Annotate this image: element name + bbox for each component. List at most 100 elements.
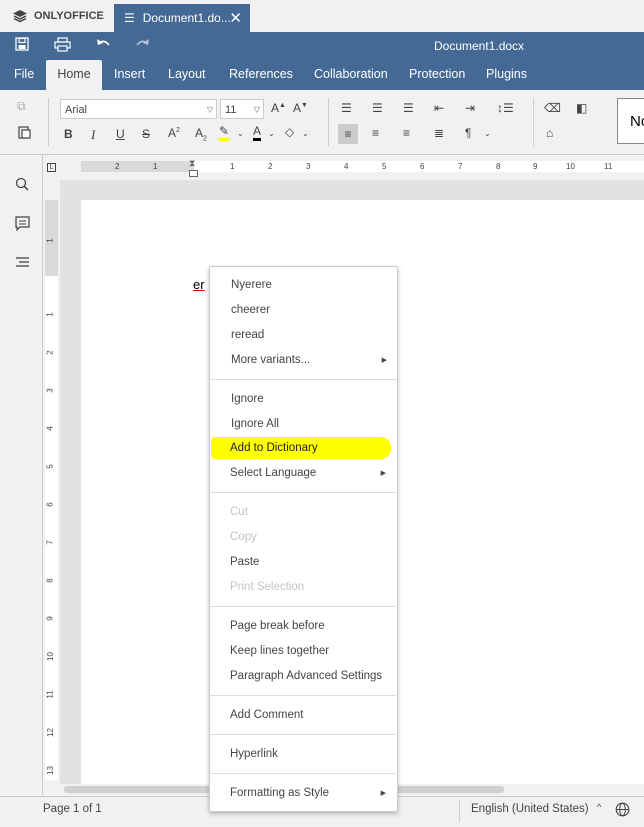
ruler-number: 2 bbox=[45, 350, 55, 355]
highlight-icon[interactable]: ✎ bbox=[219, 125, 230, 141]
font-size-combo[interactable]: 11 ▽ bbox=[220, 99, 264, 119]
page-counter[interactable]: Page 1 of 1 bbox=[43, 803, 102, 815]
ruler-number: 4 bbox=[344, 162, 349, 171]
tab-insert[interactable]: Insert bbox=[114, 60, 145, 90]
pilcrow-icon[interactable]: ¶ bbox=[465, 126, 471, 140]
ruler-number: 6 bbox=[45, 502, 55, 507]
font-name-combo[interactable]: Arial ▽ bbox=[60, 99, 217, 119]
menu-separator bbox=[209, 492, 396, 493]
style-preview[interactable]: No bbox=[617, 98, 644, 144]
cut-item[interactable]: Cut bbox=[230, 506, 248, 518]
copy-icon[interactable]: ⧉ bbox=[17, 99, 26, 114]
brand-name: ONLYOFFICE bbox=[34, 10, 104, 22]
ruler-number: 1 bbox=[230, 162, 235, 171]
increase-indent-icon[interactable]: ⇥ bbox=[465, 101, 475, 115]
underline-icon[interactable]: U bbox=[116, 127, 125, 141]
redo-icon[interactable] bbox=[135, 37, 151, 55]
tab-protection[interactable]: Protection bbox=[409, 60, 465, 90]
add-comment-item[interactable]: Add Comment bbox=[230, 709, 304, 721]
hyperlink-item[interactable]: Hyperlink bbox=[230, 748, 278, 760]
chevron-down-icon[interactable]: ⌄ bbox=[237, 129, 244, 138]
chevron-up-icon[interactable]: ^ bbox=[597, 802, 601, 812]
align-right-icon[interactable]: ≡ bbox=[403, 126, 410, 140]
ruler-number: 10 bbox=[45, 652, 55, 661]
shading-icon[interactable]: ◧ bbox=[576, 101, 587, 115]
decrease-indent-icon[interactable]: ⇤ bbox=[434, 101, 444, 115]
document-language[interactable]: English (United States) bbox=[471, 803, 589, 815]
ruler-number: 9 bbox=[45, 616, 55, 621]
tab-collaboration[interactable]: Collaboration bbox=[314, 60, 388, 90]
ruler-number: 7 bbox=[458, 162, 463, 171]
ruler-number: 6 bbox=[420, 162, 425, 171]
indent-marker-icon[interactable]: ⧗ bbox=[189, 158, 195, 169]
ruler-number: 1 bbox=[153, 162, 158, 171]
page-break-before-item[interactable]: Page break before bbox=[230, 620, 325, 632]
multilevel-list-icon[interactable]: ☰ bbox=[403, 101, 414, 115]
hamburger-icon: ☰ bbox=[124, 11, 135, 25]
font-color-icon[interactable]: A bbox=[253, 125, 262, 141]
toolbar-separator bbox=[48, 98, 49, 146]
paste-item[interactable]: Paste bbox=[230, 556, 259, 568]
chevron-down-icon[interactable]: ⌄ bbox=[268, 129, 275, 138]
tab-references[interactable]: References bbox=[229, 60, 293, 90]
navigation-icon[interactable] bbox=[15, 256, 30, 271]
superscript-icon[interactable]: A2 bbox=[168, 126, 180, 140]
ruler-number: 7 bbox=[45, 540, 55, 545]
save-icon[interactable] bbox=[15, 37, 29, 55]
comments-icon[interactable] bbox=[15, 216, 30, 234]
align-center-icon[interactable]: ≡ bbox=[372, 126, 379, 140]
print-selection-item[interactable]: Print Selection bbox=[230, 581, 304, 593]
font-name-value: Arial bbox=[65, 104, 88, 116]
close-icon[interactable]: ✕ bbox=[229, 9, 242, 27]
format-painter-icon[interactable]: ⌂ bbox=[546, 126, 553, 140]
formatting-as-style-item[interactable]: Formatting as Style bbox=[230, 787, 329, 799]
document-tab-title: Document1.do... bbox=[142, 11, 231, 25]
onlyoffice-logo: ONLYOFFICE bbox=[12, 9, 104, 23]
numbering-icon[interactable]: ☰ bbox=[372, 101, 383, 115]
print-icon[interactable] bbox=[54, 37, 71, 56]
globe-icon[interactable] bbox=[615, 802, 630, 820]
subscript-icon[interactable]: A2 bbox=[195, 126, 207, 142]
align-left-icon[interactable]: ≡ bbox=[338, 124, 358, 144]
chevron-down-icon: ▽ bbox=[253, 105, 260, 114]
ruler-number: 3 bbox=[306, 162, 311, 171]
layers-icon bbox=[13, 10, 27, 23]
chevron-down-icon[interactable]: ⌄ bbox=[484, 129, 491, 138]
undo-icon[interactable] bbox=[95, 37, 111, 55]
select-language-item[interactable]: Select Language bbox=[230, 467, 316, 479]
ruler-number: 4 bbox=[45, 426, 55, 431]
document-tab[interactable]: ☰ Document1.do... ✕ bbox=[114, 4, 250, 32]
decrease-font-icon[interactable]: A▼ bbox=[293, 101, 308, 115]
misspelled-word[interactable]: er bbox=[193, 277, 205, 292]
italic-icon[interactable]: I bbox=[91, 127, 95, 143]
tab-file[interactable]: File bbox=[14, 60, 34, 90]
clear-style-icon[interactable]: ⌫ bbox=[544, 101, 561, 115]
bold-icon[interactable]: B bbox=[64, 127, 73, 141]
menu-separator bbox=[209, 606, 396, 607]
menu-separator bbox=[209, 734, 396, 735]
copy-item[interactable]: Copy bbox=[230, 531, 257, 543]
toolbar-separator bbox=[328, 98, 329, 146]
increase-font-icon[interactable]: A▲ bbox=[271, 101, 286, 115]
ruler-number: 2 bbox=[115, 162, 120, 171]
submenu-arrow-icon: ▶ bbox=[380, 470, 386, 477]
ruler-number: 11 bbox=[604, 162, 613, 171]
left-indent-marker[interactable] bbox=[189, 170, 198, 177]
ruler-number: 1 bbox=[45, 312, 55, 317]
tab-stop-icon[interactable]: L bbox=[47, 163, 56, 172]
justify-icon[interactable]: ≣ bbox=[434, 126, 444, 140]
add-to-dictionary-item[interactable]: Add to Dictionary bbox=[230, 442, 318, 454]
chevron-down-icon[interactable]: ⌄ bbox=[302, 129, 309, 138]
tab-layout[interactable]: Layout bbox=[168, 60, 206, 90]
fill-bucket-icon[interactable]: ◇ bbox=[285, 125, 294, 139]
tab-plugins[interactable]: Plugins bbox=[486, 60, 527, 90]
search-icon[interactable] bbox=[15, 177, 29, 194]
tab-home[interactable]: Home bbox=[46, 60, 102, 90]
strikethrough-icon[interactable]: S bbox=[142, 127, 150, 141]
keep-lines-together-item[interactable]: Keep lines together bbox=[230, 645, 329, 657]
chevron-down-icon: ▽ bbox=[206, 105, 213, 114]
paragraph-advanced-settings-item[interactable]: Paragraph Advanced Settings bbox=[230, 670, 382, 682]
paste-icon[interactable] bbox=[17, 125, 31, 142]
line-spacing-icon[interactable]: ↕☰ bbox=[497, 101, 514, 115]
bullets-icon[interactable]: ☰ bbox=[341, 101, 352, 115]
